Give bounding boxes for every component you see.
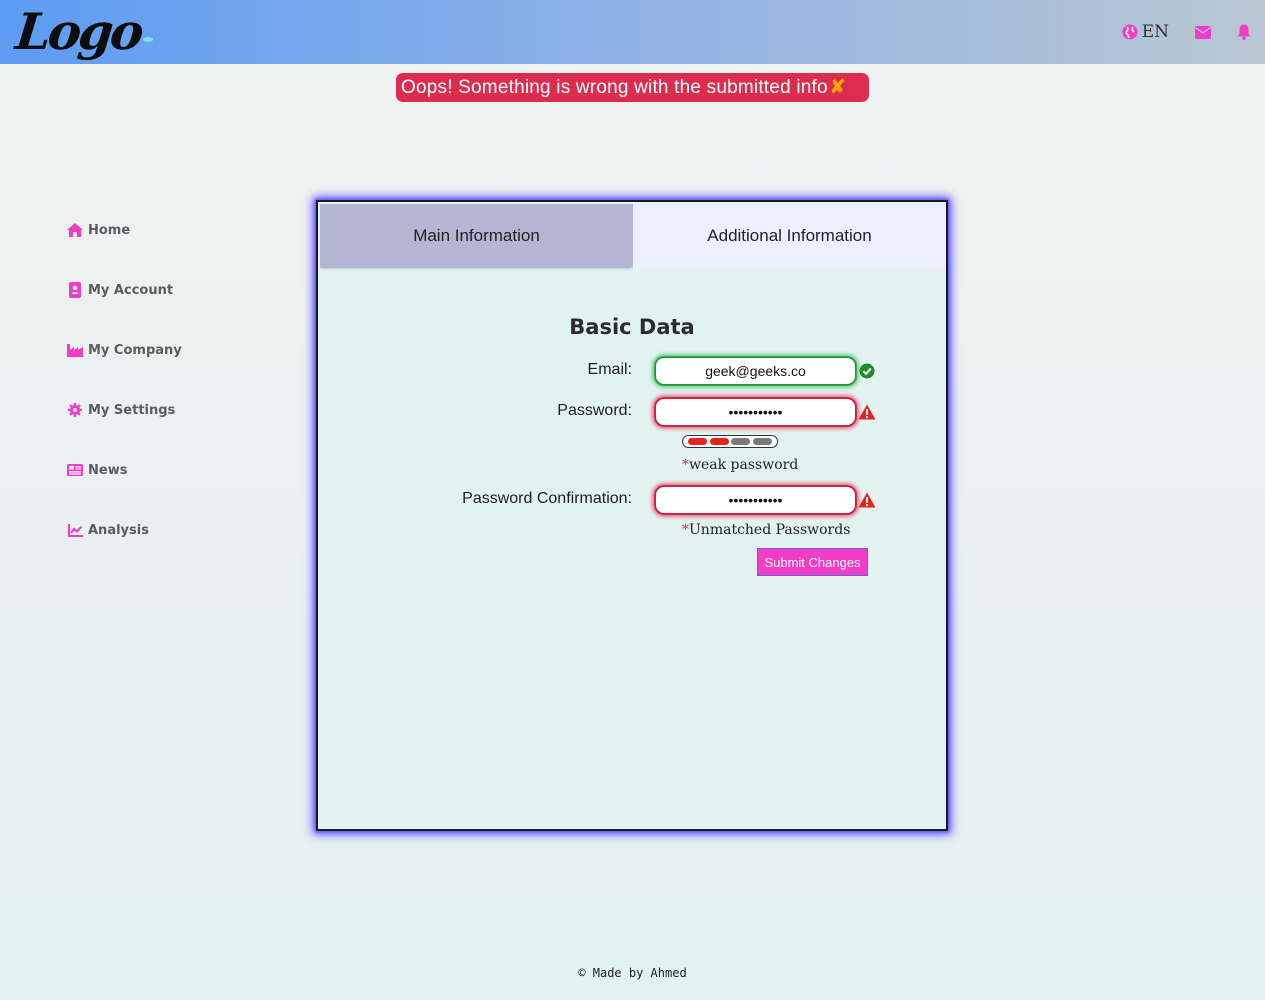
password-confirmation-label: Password Confirmation: bbox=[462, 490, 632, 507]
password-label: Password: bbox=[557, 402, 632, 419]
sidebar-item-label: My Company bbox=[88, 342, 182, 358]
password-confirmation-field[interactable]: ••••••••••• bbox=[655, 486, 856, 514]
form-title: Basic Data bbox=[569, 315, 695, 339]
submit-changes-button[interactable]: Submit Changes bbox=[757, 548, 868, 576]
sidebar-item-label: Analysis bbox=[88, 522, 149, 538]
sidebar-item-my-settings[interactable]: My Settings bbox=[67, 398, 267, 422]
tab-main-information[interactable]: Main Information bbox=[320, 204, 633, 268]
password-field[interactable]: ••••••••••• bbox=[655, 398, 856, 426]
tab-additional-information[interactable]: Additional Information bbox=[633, 204, 946, 268]
error-star: * bbox=[682, 457, 689, 473]
gear-icon bbox=[67, 402, 83, 418]
logo-text: Logo bbox=[12, 2, 144, 61]
strength-segment bbox=[731, 438, 751, 445]
strength-segment bbox=[753, 438, 773, 445]
sidebar-item-label: My Account bbox=[88, 282, 174, 298]
sidebar-item-home[interactable]: Home bbox=[67, 218, 267, 242]
home-icon bbox=[67, 222, 83, 238]
strength-segment bbox=[687, 438, 707, 445]
warning-icon bbox=[858, 403, 876, 421]
error-alert: Oops! Something is wrong with the submit… bbox=[396, 73, 869, 102]
globe-icon bbox=[1122, 24, 1138, 40]
header-actions: EN bbox=[1122, 0, 1251, 64]
language-switcher[interactable]: EN bbox=[1122, 22, 1169, 42]
sidebar-item-news[interactable]: News bbox=[67, 458, 267, 482]
password-strength-meter bbox=[682, 435, 778, 448]
strength-segment bbox=[709, 438, 729, 445]
mail-icon[interactable] bbox=[1195, 25, 1211, 39]
newspaper-icon bbox=[67, 462, 83, 478]
sidebar-item-my-company[interactable]: My Company bbox=[67, 338, 267, 362]
warning-icon bbox=[858, 491, 876, 509]
tab-bar: Main Information Additional Information bbox=[320, 204, 946, 268]
language-label: EN bbox=[1141, 22, 1169, 42]
sidebar-item-my-account[interactable]: My Account bbox=[67, 278, 267, 302]
logo-dot bbox=[142, 36, 153, 42]
password-error-message: *weak password bbox=[682, 457, 798, 473]
logo[interactable]: Logo bbox=[12, 0, 153, 64]
sidebar-item-label: Home bbox=[88, 222, 131, 238]
address-book-icon bbox=[67, 282, 83, 298]
error-star: * bbox=[682, 522, 689, 538]
email-label: Email: bbox=[587, 361, 632, 378]
footer-credit: © Made by Ahmed bbox=[578, 966, 687, 980]
sidebar-item-label: My Settings bbox=[88, 402, 176, 418]
form-panel: Main Information Additional Information … bbox=[316, 200, 948, 831]
close-icon[interactable]: ✘ bbox=[830, 76, 846, 99]
top-header: Logo EN bbox=[0, 0, 1265, 64]
confirmation-error-message: *Unmatched Passwords bbox=[682, 522, 850, 538]
password-error-text: weak password bbox=[689, 457, 799, 473]
industry-icon bbox=[67, 342, 83, 358]
chart-line-icon bbox=[67, 522, 83, 538]
alert-message: Oops! Something is wrong with the submit… bbox=[401, 76, 828, 98]
check-circle-icon bbox=[858, 362, 876, 380]
sidebar-item-label: News bbox=[88, 462, 128, 478]
bell-icon[interactable] bbox=[1237, 24, 1251, 40]
sidebar-nav: Home My Account My Company My Settings N… bbox=[67, 218, 267, 578]
email-field[interactable]: geek@geeks.co bbox=[655, 357, 856, 385]
sidebar-item-analysis[interactable]: Analysis bbox=[67, 518, 267, 542]
confirmation-error-text: Unmatched Passwords bbox=[689, 522, 851, 538]
